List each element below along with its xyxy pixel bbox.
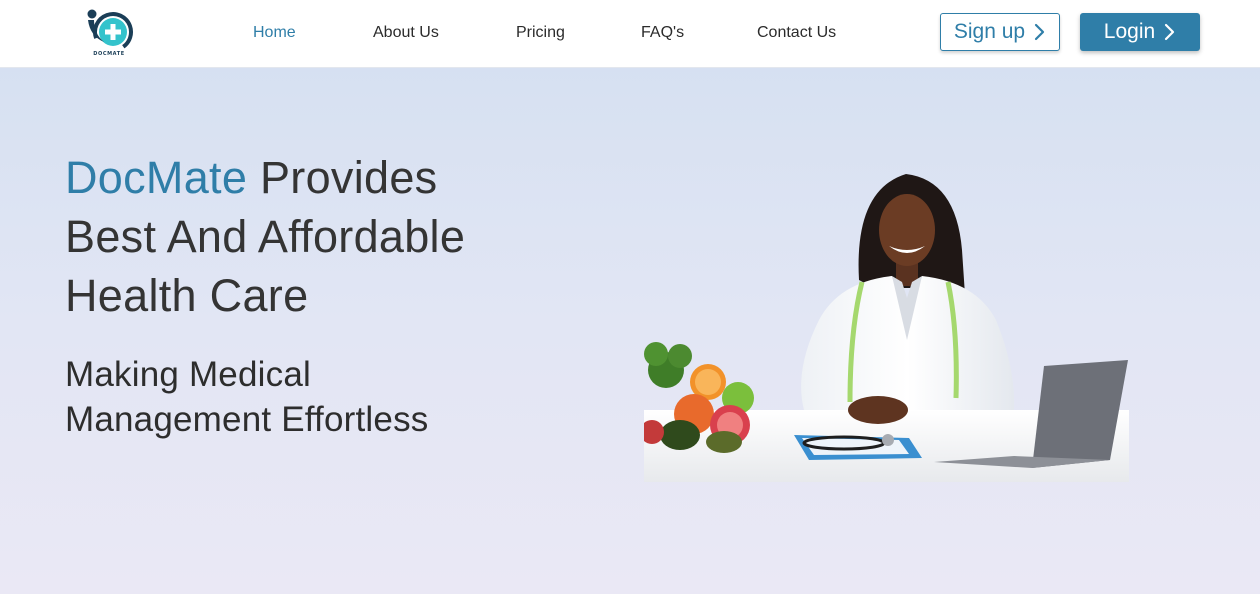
top-navbar: DOCMATE Home About Us Pricing FAQ's Cont…	[0, 0, 1260, 68]
login-button[interactable]: Login	[1080, 13, 1200, 51]
signup-button[interactable]: Sign up	[940, 13, 1060, 51]
hero-title: DocMate Provides Best And Affordable Hea…	[65, 148, 585, 325]
nav-contact-us[interactable]: Contact Us	[757, 23, 836, 43]
doctor-hero-image	[644, 170, 1129, 482]
nav-pricing[interactable]: Pricing	[516, 23, 565, 43]
hero-subtitle: Making Medical Management Effortless	[65, 352, 585, 442]
docmate-logo-icon	[87, 9, 133, 52]
hero-title-brand: DocMate	[65, 152, 248, 203]
hero-subtitle-line-2: Management Effortless	[65, 400, 429, 439]
docmate-logo[interactable]: DOCMATE	[84, 6, 134, 60]
hero-subtitle-line-1: Making Medical	[65, 355, 311, 394]
signup-label: Sign up	[953, 20, 1026, 43]
chevron-right-icon	[1034, 23, 1046, 41]
chevron-right-icon	[1164, 23, 1176, 41]
nav-about-us[interactable]: About Us	[373, 23, 439, 43]
login-label: Login	[1103, 20, 1156, 43]
hero-title-rest: Provides	[247, 152, 438, 203]
nav-faqs[interactable]: FAQ's	[641, 23, 684, 43]
hero-title-line-2: Best And Affordable	[65, 211, 466, 262]
hero-title-line-3: Health Care	[65, 270, 309, 321]
logo-wordmark: DOCMATE	[93, 51, 125, 57]
nav-home[interactable]: Home	[253, 23, 296, 43]
